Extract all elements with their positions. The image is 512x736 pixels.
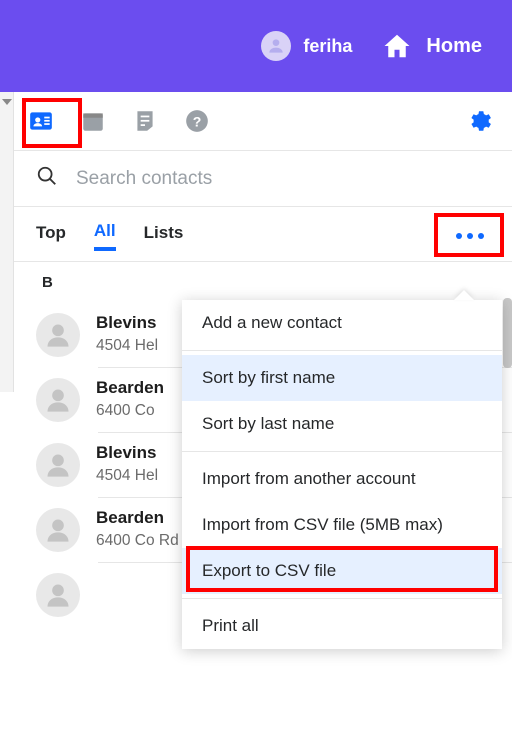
home-icon <box>382 31 412 61</box>
avatar-icon <box>36 443 80 487</box>
tab-all[interactable]: All <box>94 221 116 251</box>
contact-name: Bearden <box>96 378 164 398</box>
menu-divider <box>182 451 502 452</box>
contact-name: Blevins <box>96 443 158 463</box>
avatar-icon <box>36 508 80 552</box>
calendar-tab-icon[interactable]: 6 <box>78 106 108 136</box>
contacts-tab-icon[interactable] <box>26 106 56 136</box>
left-collapse-handle[interactable] <box>0 92 14 392</box>
scrollbar-thumb[interactable] <box>503 298 512 368</box>
contact-address: 4504 Hel <box>96 337 158 355</box>
settings-icon[interactable] <box>464 106 494 136</box>
avatar-icon <box>36 313 80 357</box>
notes-tab-icon[interactable] <box>130 106 160 136</box>
svg-text:6: 6 <box>90 117 96 129</box>
home-button[interactable]: Home <box>382 31 482 61</box>
username-label: feriha <box>303 36 352 57</box>
menu-export-csv[interactable]: Export to CSV file <box>182 548 502 594</box>
user-avatar-icon <box>261 31 291 61</box>
menu-print-all[interactable]: Print all <box>182 603 502 649</box>
help-tab-icon[interactable]: ? <box>182 106 212 136</box>
avatar-icon <box>36 573 80 617</box>
search-input[interactable] <box>76 168 490 190</box>
avatar-icon <box>36 378 80 422</box>
menu-sort-first[interactable]: Sort by first name <box>182 355 502 401</box>
tab-top[interactable]: Top <box>36 223 66 249</box>
contact-address: 4504 Hel <box>96 467 158 485</box>
search-icon <box>36 165 58 192</box>
contact-address: 6400 Co <box>96 402 164 420</box>
context-menu: Add a new contact Sort by first name Sor… <box>182 300 502 649</box>
menu-divider <box>182 350 502 351</box>
menu-sort-last[interactable]: Sort by last name <box>182 401 502 447</box>
contact-name: Blevins <box>96 313 158 333</box>
user-chip[interactable]: feriha <box>261 31 352 61</box>
view-tabs: Top All Lists <box>14 207 512 262</box>
menu-divider <box>182 598 502 599</box>
tab-lists[interactable]: Lists <box>144 223 184 249</box>
menu-import-account[interactable]: Import from another account <box>182 456 502 502</box>
section-header: B <box>14 262 512 303</box>
search-bar <box>14 151 512 207</box>
svg-text:?: ? <box>193 113 202 129</box>
home-label: Home <box>426 35 482 58</box>
menu-add-contact[interactable]: Add a new contact <box>182 300 502 346</box>
app-iconbar: 6 ? <box>14 92 512 151</box>
more-menu-button[interactable] <box>450 227 490 245</box>
menu-import-csv[interactable]: Import from CSV file (5MB max) <box>182 502 502 548</box>
top-header: feriha Home <box>0 0 512 92</box>
